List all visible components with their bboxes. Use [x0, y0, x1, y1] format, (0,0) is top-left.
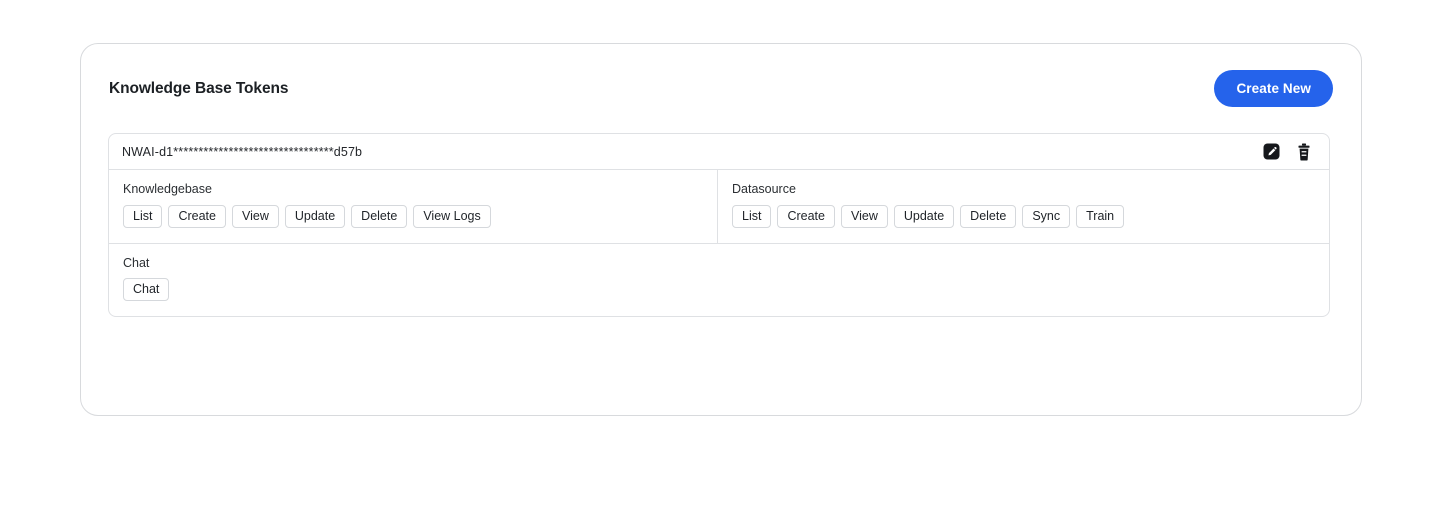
perm-button-list[interactable]: List	[732, 204, 772, 228]
perm-button-list[interactable]: List	[123, 204, 163, 228]
permission-button-list: List Create View Update Delete Sync Trai…	[732, 204, 1315, 228]
create-new-button[interactable]: Create New	[1214, 70, 1333, 107]
permission-group-label: Chat	[123, 255, 150, 270]
perm-button-update[interactable]: Update	[893, 204, 955, 228]
permission-group-label: Knowledgebase	[123, 182, 212, 196]
perm-button-create[interactable]: Create	[168, 204, 226, 228]
perm-button-create[interactable]: Create	[777, 204, 835, 228]
perm-button-update[interactable]: Update	[284, 204, 346, 228]
trash-icon[interactable]	[1295, 143, 1313, 161]
permission-group-datasource: Datasource List Create View Update Delet…	[718, 170, 1329, 243]
token-masked-value: NWAI-d1********************************d…	[122, 144, 363, 159]
perm-button-delete[interactable]: Delete	[351, 204, 408, 228]
perm-button-view-logs[interactable]: View Logs	[413, 204, 491, 228]
page-title: Knowledge Base Tokens	[109, 79, 289, 97]
permission-group-row: Knowledgebase List Create View Update De…	[109, 170, 1329, 244]
token-row: NWAI-d1********************************d…	[109, 134, 1329, 170]
perm-button-view[interactable]: View	[231, 204, 279, 228]
perm-button-delete[interactable]: Delete	[960, 204, 1017, 228]
knowledge-base-tokens-card: Knowledge Base Tokens Create New NWAI-d1…	[80, 43, 1362, 416]
app-root: Knowledge Base Tokens Create New NWAI-d1…	[0, 0, 1440, 512]
permission-group-label: Datasource	[732, 182, 796, 196]
permission-button-list: Chat	[123, 278, 1315, 301]
permission-group-chat: Chat Chat	[109, 244, 1329, 317]
token-table: NWAI-d1********************************d…	[108, 133, 1330, 317]
token-actions	[1262, 143, 1317, 161]
permission-button-list: List Create View Update Delete View Logs	[123, 204, 703, 228]
perm-button-view[interactable]: View	[840, 204, 888, 228]
permission-group-row: Chat Chat	[109, 244, 1329, 317]
perm-button-sync[interactable]: Sync	[1022, 204, 1071, 228]
perm-button-chat[interactable]: Chat	[123, 278, 170, 301]
perm-button-train[interactable]: Train	[1076, 204, 1125, 228]
card-header: Knowledge Base Tokens Create New	[81, 44, 1361, 133]
permission-group-knowledgebase: Knowledgebase List Create View Update De…	[109, 170, 718, 243]
edit-pencil-icon[interactable]	[1262, 143, 1280, 161]
